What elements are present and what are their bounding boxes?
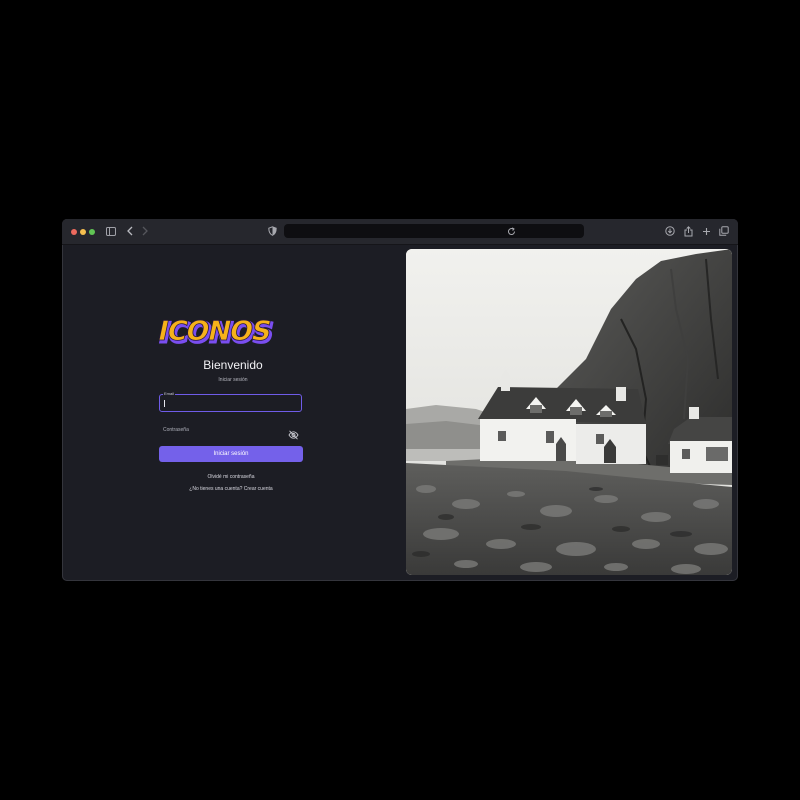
close-window-button[interactable] [71,229,77,235]
download-icon[interactable] [664,225,676,237]
reload-icon[interactable] [505,225,517,237]
brand-logo: ICONOS ICONOS [156,315,306,351]
address-bar[interactable] [284,224,584,238]
chevron-left-icon[interactable] [124,225,136,237]
login-subtitle: Iniciar sesión [218,377,248,383]
forgot-password-link[interactable]: Olvidé mi contraseña [158,474,304,480]
text-caret [164,400,165,407]
chevron-right-icon[interactable] [139,225,151,237]
shield-icon[interactable] [266,225,278,237]
email-label: Email [163,391,176,396]
minimize-window-button[interactable] [80,229,86,235]
page-title: Bienvenido [203,358,263,372]
eye-off-icon[interactable] [288,425,299,440]
sidebar-icon[interactable] [105,225,117,237]
zoom-window-button[interactable] [89,229,95,235]
login-button[interactable]: Iniciar sesión [159,446,303,462]
plus-icon[interactable] [700,225,712,237]
page-content: ICONOS ICONOS Bienvenido Iniciar sesión … [62,245,738,581]
tabs-overview-icon[interactable] [718,225,730,237]
email-field[interactable]: Email [159,391,302,412]
password-placeholder: Contraseña [163,427,189,433]
logo-text: ICONOS [156,316,274,347]
login-panel: ICONOS ICONOS Bienvenido Iniciar sesión … [62,245,404,581]
create-account-link[interactable]: ¿No tienes una cuenta? Crear cuenta [158,486,304,492]
cottage-photo [406,249,732,575]
share-icon[interactable] [682,225,694,237]
browser-window: ICONOS ICONOS Bienvenido Iniciar sesión … [62,219,738,581]
password-field[interactable]: Contraseña [159,421,302,440]
browser-toolbar [62,219,738,245]
